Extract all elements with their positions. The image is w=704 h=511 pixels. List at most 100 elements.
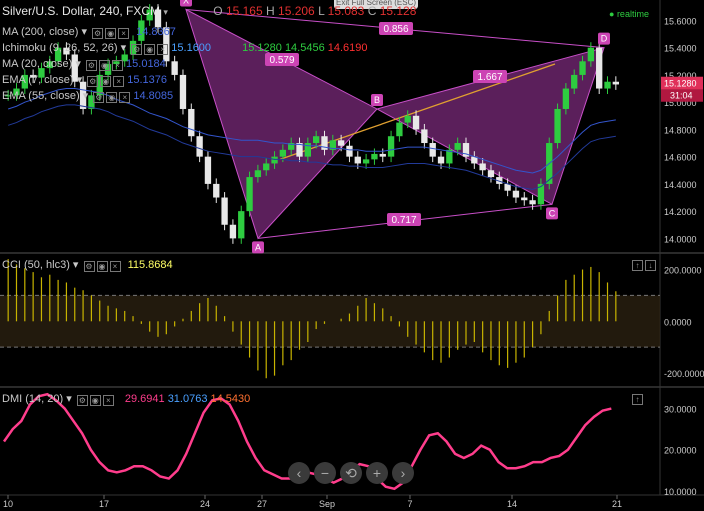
candle-body <box>437 156 445 164</box>
close-icon[interactable]: × <box>118 28 130 39</box>
ichimoku-label: Ichimoku (9, 26, 52, 26) <box>2 42 118 54</box>
candle-body <box>246 177 253 212</box>
candle-body <box>396 122 403 137</box>
candle-body <box>271 156 278 164</box>
dmi-panel-controls[interactable]: ↑ <box>630 392 643 405</box>
hide-icon[interactable]: ◉ <box>89 395 101 406</box>
close-icon[interactable]: × <box>119 92 131 103</box>
indicator-cci[interactable]: CCI (50, hlc3) ▾ ⚙ ◉ × 115.8684 <box>2 258 173 272</box>
cci-band <box>0 295 660 348</box>
ma200-value: 14.8367 <box>136 26 176 38</box>
close-icon[interactable]: × <box>102 395 114 406</box>
ohlc-open-label: O <box>213 4 223 18</box>
candle-body <box>612 81 619 85</box>
dmi-axis-tick-label: 30.0000 <box>664 405 697 415</box>
chevron-down-icon[interactable]: ▾ <box>121 42 127 54</box>
cci-panel-controls[interactable]: ↑ ↓ <box>630 258 656 271</box>
close-icon[interactable]: × <box>113 76 125 87</box>
settings-icon[interactable]: ⚙ <box>131 44 143 55</box>
reset-icon[interactable]: ⟲ <box>340 462 362 484</box>
candle-body <box>254 170 262 178</box>
candle-body <box>529 200 536 205</box>
countdown-value: 31:04 <box>670 91 693 101</box>
indicator-ma200[interactable]: MA (200, close) ▾ ⚙ ◉ × 14.8367 <box>2 25 176 39</box>
price-axis-tick-label: 14.4000 <box>664 180 697 190</box>
cci-axis-tick-label: -200.0000 <box>664 369 704 379</box>
settings-icon[interactable]: ⚙ <box>92 28 104 39</box>
candle-body <box>362 159 370 164</box>
ema55-label: EMA (55, close) <box>2 90 80 102</box>
close-icon[interactable]: × <box>157 44 169 55</box>
indicator-dmi[interactable]: DMI (14, 20) ▾ ⚙ ◉ × 29.6941 31.0763 14.54… <box>2 392 250 406</box>
close-icon[interactable]: × <box>111 60 123 71</box>
scroll-left-icon[interactable]: ‹ <box>288 462 310 484</box>
candle-body <box>171 61 178 75</box>
arrow-up-icon[interactable]: ↑ <box>632 394 643 405</box>
dmi-label: DMI (14, 20) <box>2 393 64 405</box>
candle-body <box>562 88 570 109</box>
ohlc-low-value: 15.083 <box>327 4 365 18</box>
chevron-down-icon[interactable]: ▾ <box>66 393 72 405</box>
time-axis-tick-label: 14 <box>507 499 517 509</box>
time-axis-tick-label: 21 <box>612 499 622 509</box>
settings-icon[interactable]: ⚙ <box>93 92 105 103</box>
time-axis-tick-label: 27 <box>257 499 267 509</box>
ohlc-high-label: H <box>266 4 275 18</box>
cci-axis-tick-label: 200.0000 <box>664 266 702 276</box>
price-axis-tick-label: 14.0000 <box>664 234 697 244</box>
close-icon[interactable]: × <box>109 261 121 272</box>
candle-body <box>354 156 361 164</box>
hide-icon[interactable]: ◉ <box>106 92 118 103</box>
chevron-down-icon[interactable]: ▾ <box>81 26 87 38</box>
chevron-down-icon[interactable]: ▾ <box>163 7 168 17</box>
time-axis-tick-label: 17 <box>99 499 109 509</box>
zoom-in-icon[interactable]: + <box>366 462 388 484</box>
candle-body <box>313 136 320 144</box>
chevron-down-icon[interactable]: ▾ <box>83 90 89 102</box>
chevron-down-icon[interactable]: ▾ <box>73 259 79 271</box>
candle-body <box>571 74 578 89</box>
chevron-down-icon[interactable]: ▾ <box>75 58 81 70</box>
zoom-out-icon[interactable]: − <box>314 462 336 484</box>
candle-body <box>379 153 386 157</box>
ohlc-open-value: 15.165 <box>225 4 263 18</box>
candle-body <box>346 145 353 157</box>
arrow-up-icon[interactable]: ↑ <box>632 260 643 271</box>
indicator-ema7[interactable]: EMA (7, close) ▾ ⚙ ◉ × 15.1376 <box>2 73 167 87</box>
candle-body <box>238 211 245 239</box>
candle-body <box>204 156 212 184</box>
hide-icon[interactable]: ◉ <box>98 60 110 71</box>
hide-icon[interactable]: ◉ <box>144 44 156 55</box>
settings-icon[interactable]: ⚙ <box>83 261 95 272</box>
time-axis-tick-label: 24 <box>200 499 210 509</box>
ma20-value: 15.0184 <box>126 58 166 70</box>
candle-body <box>512 190 520 198</box>
hide-icon[interactable]: ◉ <box>105 28 117 39</box>
candle-body <box>421 129 428 144</box>
dmi-value-3: 14.5430 <box>210 393 251 405</box>
hide-icon[interactable]: ◉ <box>100 76 112 87</box>
settings-icon[interactable]: ⚙ <box>76 395 88 406</box>
settings-icon[interactable]: ⚙ <box>85 60 97 71</box>
candle-body <box>188 108 195 137</box>
arrow-down-icon[interactable]: ↓ <box>645 260 656 271</box>
indicator-ichimoku[interactable]: Ichimoku (9, 26, 52, 26) ▾ ⚙ ◉ × 15.1600 1… <box>2 41 368 55</box>
ichimoku-value-4: 14.6190 <box>327 42 368 54</box>
candle-body <box>604 81 611 89</box>
chevron-down-icon[interactable]: ▾ <box>77 74 83 86</box>
hide-icon[interactable]: ◉ <box>96 261 108 272</box>
indicator-ma20[interactable]: MA (20, close) ▾ ⚙ ◉ × 15.0184 <box>2 57 166 71</box>
ohlc-high-value: 15.206 <box>278 4 315 18</box>
scroll-right-icon[interactable]: › <box>392 462 414 484</box>
indicator-ema55[interactable]: EMA (55, close) ▾ ⚙ ◉ × 14.8085 <box>2 89 173 103</box>
settings-icon[interactable]: ⚙ <box>87 76 99 87</box>
price-axis-tick-label: 14.6000 <box>664 153 697 163</box>
price-axis-tick-label: 15.4000 <box>664 44 697 54</box>
candle-body <box>487 170 495 178</box>
candle-body <box>263 163 270 171</box>
harmonic-ratio-label: 0.856 <box>383 24 408 35</box>
candle-body <box>521 197 528 201</box>
candle-body <box>454 143 461 150</box>
ema7-label: EMA (7, close) <box>2 74 74 86</box>
candle-body <box>229 224 237 239</box>
